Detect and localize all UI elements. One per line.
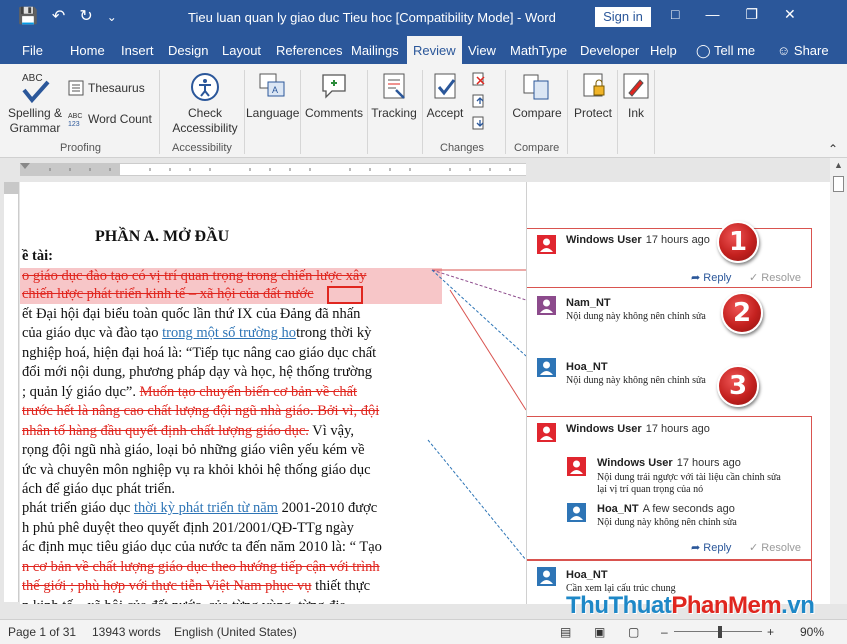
- comment-text: Nội dung này không nên chỉnh sửa: [566, 311, 706, 322]
- avatar: [567, 457, 586, 476]
- reply-author: Windows User 17 hours ago: [597, 457, 741, 469]
- comment-text: Nội dung này không nên chỉnh sửa: [566, 375, 706, 386]
- word-count[interactable]: 13943 words: [92, 625, 161, 639]
- resolve-button[interactable]: ✓ Resolve: [749, 271, 801, 284]
- comment-thread-3[interactable]: Hoa_NT Nội dung này không nên chỉnh sửa: [527, 352, 812, 412]
- comment-author: Windows User 17 hours ago: [566, 234, 710, 246]
- reply-text: Nội dung này không nên chỉnh sửa: [597, 517, 737, 528]
- comment-thread-4[interactable]: Windows User 17 hours ago Windows User 17 …: [527, 416, 812, 560]
- avatar: [537, 423, 556, 442]
- comment-thread-1[interactable]: Windows User 17 hours ago ➦ Reply ✓ Resol…: [527, 228, 812, 288]
- reply-button[interactable]: ➦ Reply: [691, 271, 731, 284]
- page-indicator[interactable]: Page 1 of 31: [8, 625, 76, 639]
- zoom-slider-thumb[interactable]: [718, 626, 722, 638]
- badge-2: 2: [721, 292, 763, 334]
- reply-text: lại vị trí quan trọng của nó: [597, 484, 704, 495]
- comment-thread-2[interactable]: Nam_NT Nội dung này không nên chỉnh sửa: [527, 290, 812, 350]
- zoom-out-button[interactable]: –: [661, 625, 668, 639]
- resolve-button[interactable]: ✓ Resolve: [749, 541, 801, 554]
- status-bar: Page 1 of 31 13943 words English (United…: [0, 619, 847, 644]
- comment-author: Hoa_NT: [566, 569, 608, 581]
- web-layout-icon[interactable]: ▢: [628, 625, 639, 639]
- print-layout-icon[interactable]: ▣: [594, 625, 605, 639]
- reply-button[interactable]: ➦ Reply: [691, 541, 731, 554]
- zoom-level[interactable]: 90%: [800, 625, 824, 639]
- comment-author: Hoa_NT: [566, 361, 608, 373]
- language-indicator[interactable]: English (United States): [174, 625, 297, 639]
- reply-author: Hoa_NT A few seconds ago: [597, 503, 735, 515]
- avatar: [537, 358, 556, 377]
- scrollbar-thumb[interactable]: [833, 176, 844, 192]
- avatar: [537, 296, 556, 315]
- read-mode-icon[interactable]: ▤: [560, 625, 571, 639]
- avatar: [567, 503, 586, 522]
- zoom-in-button[interactable]: +: [767, 625, 774, 639]
- avatar: [537, 235, 556, 254]
- reply-text: Nội dung trái ngược với tài liệu cần chỉ…: [597, 472, 781, 483]
- avatar: [537, 567, 556, 586]
- scroll-up-icon[interactable]: ▲: [834, 160, 843, 170]
- watermark: ThuThuatPhanMem.vn: [566, 592, 815, 619]
- comment-author: Nam_NT: [566, 297, 611, 309]
- vertical-scrollbar[interactable]: ▲: [830, 158, 847, 604]
- badge-3: 3: [717, 365, 759, 407]
- badge-1: 1: [717, 221, 759, 263]
- comments-pane: Windows User 17 hours ago ➦ Reply ✓ Resol…: [526, 182, 830, 604]
- comment-author: Windows User 17 hours ago: [566, 423, 710, 435]
